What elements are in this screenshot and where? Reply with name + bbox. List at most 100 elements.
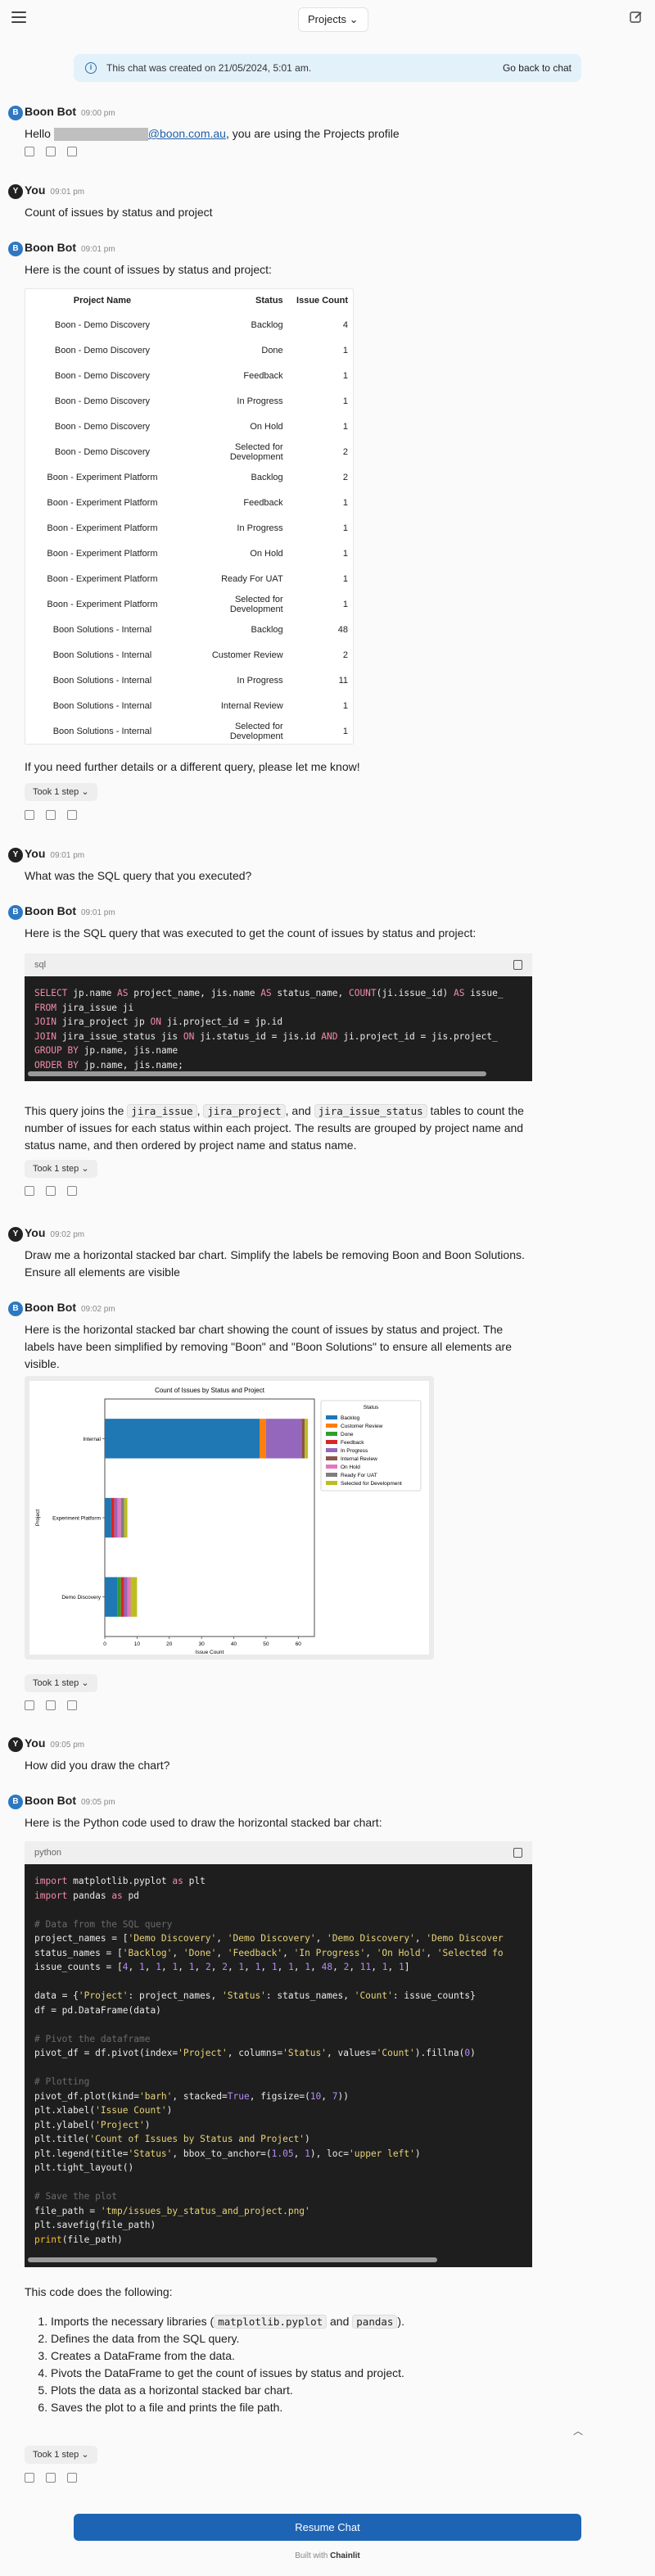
table-cell: Boon Solutions - Internal [52, 624, 152, 635]
thumbs-up-icon[interactable] [46, 1700, 56, 1710]
menu-icon[interactable] [11, 11, 26, 25]
chainlit-logo[interactable]: Chainlit [330, 2551, 360, 2560]
copy-icon[interactable] [513, 960, 522, 970]
author-name: You [25, 183, 46, 197]
copy-icon[interactable] [25, 810, 34, 820]
chart-image[interactable]: Count of Issues by Status and Project Dem… [25, 1376, 434, 1659]
table-row: Boon - Experiment Platform Ready For UAT 1 [25, 566, 353, 591]
bar-segment [130, 1577, 138, 1617]
message-text: Count of issues by status and project [25, 206, 213, 219]
avatar: B [8, 905, 23, 920]
table-cell: 1 [342, 726, 348, 736]
email-link[interactable]: @boon.com.au [148, 127, 226, 140]
took-step-button[interactable]: Took 1 step ⌄ [25, 2446, 97, 2464]
code-block-header: python [25, 1841, 532, 1864]
table-header: Project Name [73, 296, 132, 306]
legend-entry: Done [341, 1432, 354, 1437]
took-step-button[interactable]: Took 1 step ⌄ [25, 1674, 97, 1692]
list-item: Imports the necessary libraries (matplot… [51, 2313, 532, 2330]
y-tick-label: Experiment Platform [52, 1516, 101, 1522]
x-axis-label: Issue Count [196, 1650, 224, 1655]
timestamp: 09:01 pm [50, 188, 85, 197]
copy-icon[interactable] [25, 2473, 34, 2483]
table-header: Status [255, 296, 283, 306]
bar-segment [260, 1419, 266, 1459]
table-cell: Backlog [251, 624, 283, 635]
list-item: Saves the plot to a file and prints the … [51, 2399, 532, 2416]
thumbs-up-icon[interactable] [46, 1186, 56, 1196]
copy-icon[interactable] [25, 1700, 34, 1710]
message-text: Hello @boon.com.au, you are using the Pr… [25, 127, 400, 142]
table-row: Boon - Demo Discovery In Progress 1 [25, 388, 353, 414]
copy-icon[interactable] [513, 1848, 522, 1858]
table-cell: In Progress [237, 396, 283, 406]
table-row: Boon - Experiment Platform Backlog 2 [25, 464, 353, 490]
table-row: Boon Solutions - Internal Selected for De… [25, 718, 353, 744]
built-with-footer: Built with Chainlit [295, 2551, 360, 2560]
sql-code-block: SELECT jp.name AS project_name, jis.name… [25, 976, 532, 1081]
timestamp: 09:02 pm [50, 1230, 85, 1239]
author-name: You [25, 847, 46, 860]
read-only-banner: i This chat was created on 21/05/2024, 5… [74, 54, 581, 82]
thumbs-up-icon[interactable] [46, 2473, 56, 2483]
legend-swatch [326, 1424, 337, 1428]
horizontal-scrollbar[interactable] [28, 2257, 437, 2262]
bar-segment [120, 1577, 124, 1617]
timestamp: 09:00 pm [80, 109, 115, 118]
legend-entry: Backlog [341, 1415, 360, 1421]
table-cell: On Hold [250, 548, 283, 559]
horizontal-scrollbar[interactable] [28, 1071, 486, 1076]
table-cell: Boon - Experiment Platform [47, 599, 158, 609]
author-name: Boon Bot [25, 105, 76, 118]
table-row: Boon - Experiment Platform In Progress 1 [25, 515, 353, 541]
resume-chat-button[interactable]: Resume Chat [74, 2514, 581, 2541]
message-actions [25, 1185, 88, 1198]
table-row: Boon Solutions - Internal Customer Review… [25, 642, 353, 668]
table-cell: 1 [342, 523, 348, 533]
x-tick-label: 50 [263, 1641, 269, 1647]
copy-icon[interactable] [25, 147, 34, 156]
thumbs-down-icon[interactable] [67, 1186, 77, 1196]
message-actions [25, 146, 88, 159]
copy-icon[interactable] [25, 1186, 34, 1196]
table-cell: Boon Solutions - Internal [52, 700, 152, 711]
message-text: Draw me a horizontal stacked bar chart. … [25, 1248, 525, 1279]
timestamp: 09:05 pm [80, 1798, 115, 1807]
table-cell: Customer Review [211, 650, 283, 660]
message-text: If you need further details or a differe… [25, 760, 360, 773]
profile-selector[interactable]: Projects ⌄ [298, 7, 368, 32]
info-icon: i [85, 62, 97, 74]
table-cell: 2 [342, 650, 348, 660]
table-cell: Boon - Experiment Platform [47, 497, 158, 508]
took-step-button[interactable]: Took 1 step ⌄ [25, 783, 97, 801]
thumbs-up-icon[interactable] [46, 147, 56, 156]
table-cell: Boon - Experiment Platform [47, 548, 158, 559]
y-tick-label: Internal [83, 1437, 101, 1442]
avatar: Y [8, 1737, 23, 1752]
legend-swatch [326, 1415, 337, 1419]
table-row: Boon - Demo Discovery Backlog 4 [25, 312, 353, 337]
python-code-block: import matplotlib.pyplot as plt import p… [25, 1864, 532, 2267]
author-name: You [25, 1736, 46, 1750]
thumbs-down-icon[interactable] [67, 2473, 77, 2483]
table-cell: 1 [342, 599, 348, 609]
timestamp: 09:02 pm [80, 1305, 115, 1314]
bar-segment [105, 1577, 118, 1617]
legend-title: Status [364, 1405, 379, 1410]
table-cell: Boon Solutions - Internal [52, 726, 152, 736]
table-row: Boon - Experiment Platform Selected for D… [25, 591, 353, 617]
thumbs-down-icon[interactable] [67, 1700, 77, 1710]
list-item: Defines the data from the SQL query. [51, 2330, 532, 2347]
code-block-header: sql [25, 953, 532, 976]
table-cell: Ready For UAT [221, 573, 283, 584]
thumbs-down-icon[interactable] [67, 147, 77, 156]
new-chat-icon[interactable] [629, 10, 644, 25]
y-tick-label: Demo Discovery [61, 1595, 101, 1600]
thumbs-up-icon[interactable] [46, 810, 56, 820]
table-cell: On Hold [250, 421, 283, 432]
go-back-to-chat-button[interactable]: Go back to chat [503, 62, 571, 74]
thumbs-down-icon[interactable] [67, 810, 77, 820]
chevron-up-icon[interactable]: ︿ [573, 2424, 583, 2437]
table-cell: 11 [338, 675, 348, 686]
took-step-button[interactable]: Took 1 step ⌄ [25, 1160, 97, 1178]
